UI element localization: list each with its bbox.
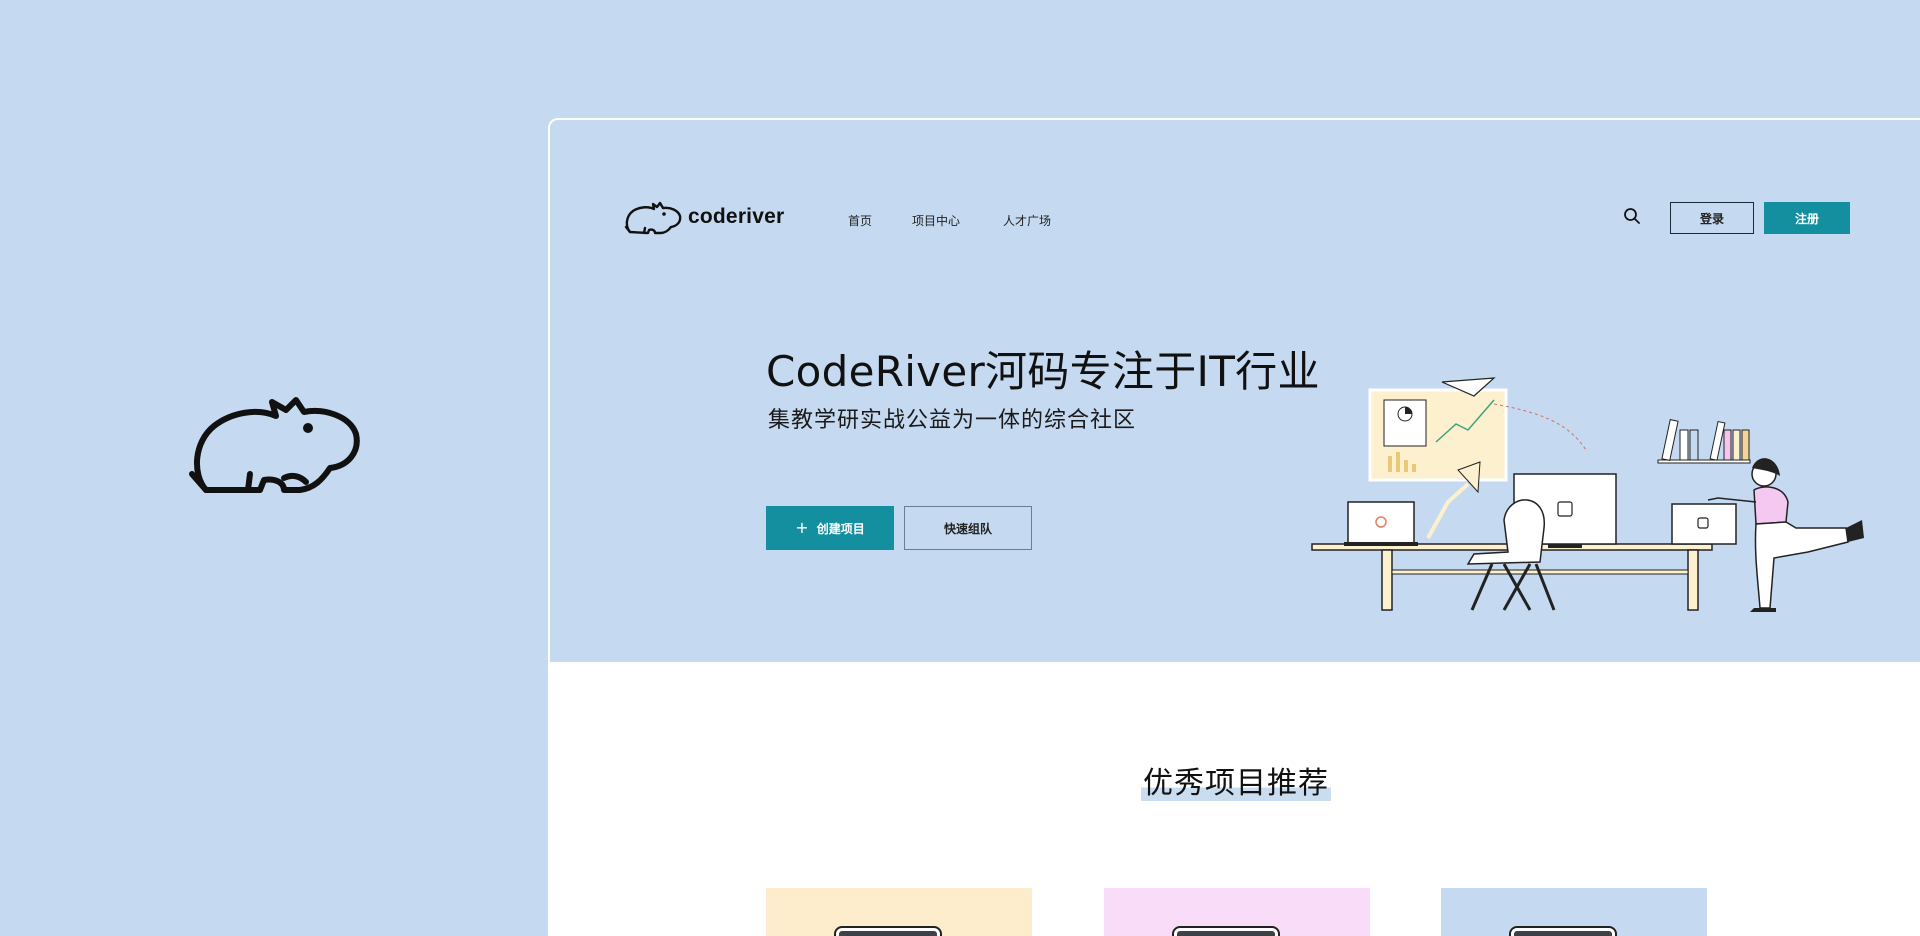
nav-link-projects[interactable]: 项目中心 (912, 212, 960, 229)
laptop-icon (836, 928, 940, 936)
quick-team-button[interactable]: 快速组队 (904, 506, 1032, 550)
nav-link-talent[interactable]: 人才广场 (1003, 212, 1051, 229)
create-project-button[interactable]: + 创建项目 (766, 506, 894, 550)
brand-name: coderiver (688, 205, 785, 228)
recommend-section: 优秀项目推荐 (550, 662, 1920, 936)
project-card-1[interactable] (766, 888, 1032, 936)
register-button[interactable]: 注册 (1764, 202, 1850, 234)
hippo-logo-large-icon (188, 382, 364, 500)
nav-logo[interactable]: coderiver (624, 198, 784, 236)
section-title-text: 优秀项目推荐 (1141, 766, 1331, 801)
browser-window: coderiver 首页 项目中心 人才广场 登录 注册 CodeRiver河码… (548, 118, 1920, 936)
laptop-icon (1174, 928, 1278, 936)
login-button[interactable]: 登录 (1670, 202, 1754, 234)
laptop-icon (1511, 928, 1615, 936)
project-card-2[interactable] (1104, 888, 1370, 936)
section-title: 优秀项目推荐 (550, 758, 1920, 802)
hero-section: coderiver 首页 项目中心 人才广场 登录 注册 CodeRiver河码… (550, 120, 1920, 662)
plus-icon: + (795, 518, 809, 537)
hero-illustration (1311, 377, 1864, 612)
hippo-logo-icon (624, 201, 682, 235)
search-icon[interactable] (1622, 206, 1642, 226)
main-nav: 首页 项目中心 人才广场 (848, 212, 1051, 229)
create-project-label: 创建项目 (816, 521, 865, 536)
nav-link-home[interactable]: 首页 (848, 212, 872, 229)
project-card-3[interactable] (1441, 888, 1707, 936)
hero-headline: CodeRiver河码专注于IT行业 (766, 347, 1320, 396)
hero-subline: 集教学研实战公益为一体的综合社区 (768, 408, 1137, 433)
